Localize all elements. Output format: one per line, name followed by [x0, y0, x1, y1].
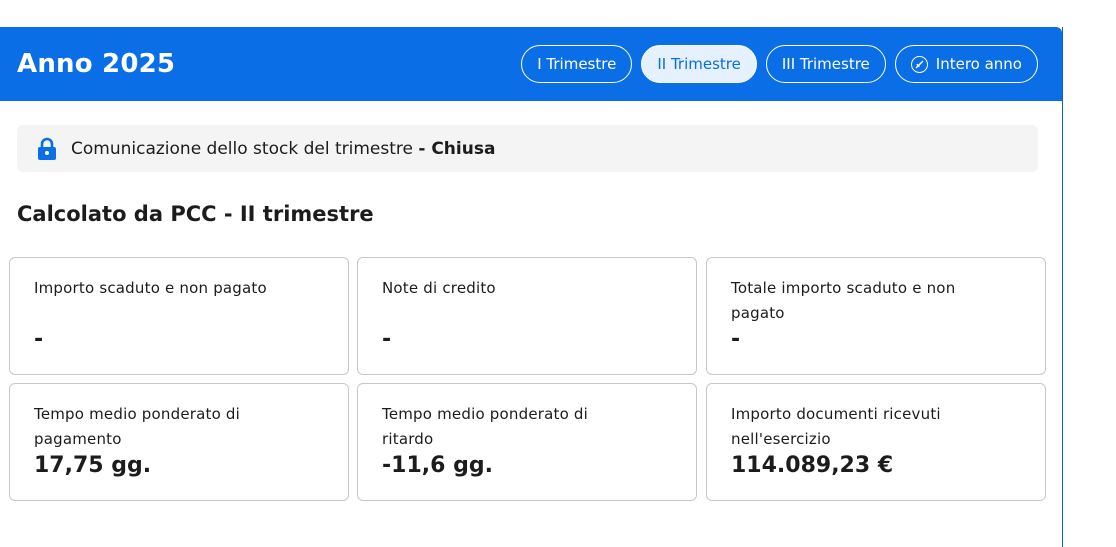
- section-title: Calcolato da PCC - II trimestre: [17, 202, 374, 226]
- card-value: -: [34, 327, 44, 352]
- card-totale-scaduto: Totale importo scaduto e non pagato -: [706, 257, 1046, 375]
- tab-trimestre-1[interactable]: I Trimestre: [521, 45, 633, 83]
- card-label: Note di credito: [382, 279, 496, 297]
- tab-label: III Trimestre: [781, 55, 870, 73]
- card-tempo-pagamento: Tempo medio ponderato di pagamento 17,75…: [9, 383, 349, 501]
- card-value: 17,75 gg.: [34, 453, 152, 478]
- lock-icon: [37, 137, 57, 161]
- year-panel: Anno 2025 I Trimestre II Trimestre III T…: [0, 27, 1063, 547]
- status-text: Comunicazione dello stock del trimestre: [71, 138, 413, 159]
- card-value: -: [382, 327, 392, 352]
- card-label: Totale importo scaduto e non pagato: [731, 279, 956, 322]
- card-label: Tempo medio ponderato di ritardo: [382, 405, 589, 448]
- tab-trimestre-3[interactable]: III Trimestre: [765, 45, 886, 83]
- card-importo-scaduto: Importo scaduto e non pagato -: [9, 257, 349, 375]
- tab-trimestre-2[interactable]: II Trimestre: [641, 45, 757, 83]
- card-value: -: [731, 327, 741, 352]
- card-tempo-ritardo: Tempo medio ponderato di ritardo -11,6 g…: [357, 383, 697, 501]
- card-label: Tempo medio ponderato di pagamento: [34, 405, 241, 448]
- year-title: Anno 2025: [17, 49, 176, 79]
- tab-label: Intero anno: [935, 55, 1022, 73]
- period-tabs: I Trimestre II Trimestre III Trimestre I…: [521, 45, 1038, 83]
- status-state: - Chiusa: [418, 138, 496, 159]
- card-note-credito: Note di credito -: [357, 257, 697, 375]
- tab-intero-anno[interactable]: Intero anno: [894, 45, 1038, 83]
- card-label: Importo documenti ricevuti nell'esercizi…: [731, 405, 941, 448]
- card-importo-documenti: Importo documenti ricevuti nell'esercizi…: [706, 383, 1046, 501]
- tab-label: I Trimestre: [537, 55, 617, 73]
- card-value: -11,6 gg.: [382, 453, 493, 478]
- year-header: Anno 2025 I Trimestre II Trimestre III T…: [0, 27, 1062, 101]
- check-circle-icon: [910, 55, 928, 73]
- card-value: 114.089,23 €: [731, 453, 894, 478]
- stock-status-box: Comunicazione dello stock del trimestre …: [17, 125, 1038, 172]
- card-label: Importo scaduto e non pagato: [34, 279, 267, 297]
- tab-label: II Trimestre: [657, 55, 741, 73]
